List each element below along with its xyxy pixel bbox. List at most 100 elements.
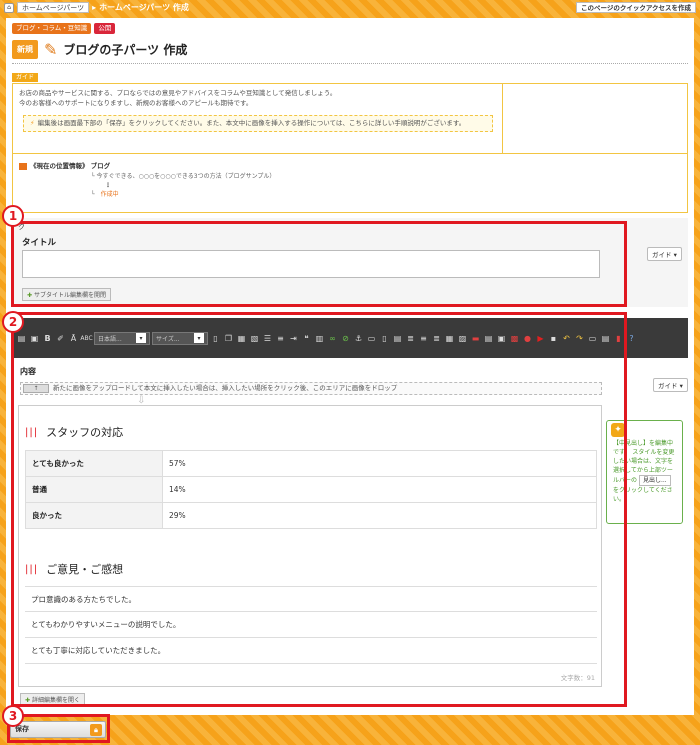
table-cell-key: 普通 <box>25 476 163 503</box>
mascot-icon: ✦ <box>611 423 625 437</box>
character-count: 文字数：91 <box>560 674 595 682</box>
new-badge: 新規 <box>12 40 38 59</box>
title-section: ク タイトル ✚ サブタイトル編集欄を開閉 <box>12 218 688 307</box>
help-icon[interactable]: ? <box>626 333 637 344</box>
list-item: とても丁寧に対応していただきました。 <box>25 638 597 664</box>
form-icon[interactable]: ▣ <box>496 333 507 344</box>
table-cell-value: 57% <box>162 450 597 477</box>
map-pin-icon[interactable]: ● <box>522 333 533 344</box>
pages-icon[interactable]: ▤ <box>392 333 403 344</box>
image-icon[interactable]: ▣ <box>29 333 40 344</box>
lock-icon: 🔒︎ <box>90 724 102 736</box>
table-cell-value: 14% <box>162 476 597 503</box>
guide-label: ガイド <box>12 73 39 82</box>
copy-icon[interactable]: ❐ <box>223 333 234 344</box>
top-bar: ⌂ ホームページパーツ ▸ ホームページパーツ 作成 このページのクイックアクセ… <box>0 0 700 15</box>
chevron-down-icon: ▾ <box>194 333 204 343</box>
guide-text-1: お店の商品やサービスに関する、プロならではの意見やアドバイスをコラムや豆知識とし… <box>19 89 337 97</box>
home-icon[interactable]: ⌂ <box>4 2 14 13</box>
subtitle-toggle-button[interactable]: ✚ サブタイトル編集欄を開閉 <box>22 288 112 301</box>
image-drop-area[interactable]: ↑ 新たに画像をアップロードして本文に挿入したい場合は、挿入したい場所をクリック… <box>20 382 602 395</box>
heading-text: スタッフの対応 <box>46 426 124 439</box>
quote-icon[interactable]: ❝ <box>301 333 312 344</box>
spellcheck-icon[interactable]: ABC <box>80 333 92 344</box>
location-label: 《現在の位置情報》 <box>30 162 89 170</box>
more-icon[interactable]: ▪ <box>548 333 559 344</box>
align-right-icon[interactable]: ≣ <box>431 333 442 344</box>
file-icon[interactable]: ▭ <box>366 333 377 344</box>
undo-icon[interactable]: ↶ <box>561 333 572 344</box>
numbered-list-icon[interactable]: ≡ <box>275 333 286 344</box>
align-center-icon[interactable]: ≡ <box>418 333 429 344</box>
anchor-icon[interactable]: ⚓ <box>353 333 364 344</box>
notice-text: 編集後は画面最下部の「保存」をクリックしてください。また、本文中に画像を挿入する… <box>37 119 466 127</box>
content-editor[interactable]: ||| スタッフの対応 とても良かった 57% 普通 14% 良かった 29% … <box>18 405 602 687</box>
bold-icon[interactable]: B <box>42 333 53 344</box>
chevron-down-icon: ▾ <box>136 333 146 343</box>
paste-icon[interactable]: ▦ <box>236 333 247 344</box>
horizontal-rule-icon[interactable]: ▬ <box>470 333 481 344</box>
picture-icon[interactable]: ▨ <box>457 333 468 344</box>
tree-line-text[interactable]: 今すぐできる、○○○を○○○できる3つの方法（ブログサンプル） <box>97 173 276 180</box>
guide-text-2: 今のお客様へのサポートになりますし、新規のお客様へのアピールも期待です。 <box>19 99 253 107</box>
plus-icon: ✚ <box>27 292 33 299</box>
template-icon[interactable]: ▥ <box>314 333 325 344</box>
guide-button-title[interactable]: ガイド ▾ <box>647 247 682 261</box>
heading-bars-icon: ||| <box>25 426 39 438</box>
image-drop-text: 新たに画像をアップロードして本文に挿入したい場合は、挿入したい場所をクリック後、… <box>53 384 398 392</box>
flag-icon <box>19 162 27 170</box>
heading-text: ご意見・ご感想 <box>46 563 124 576</box>
category-tag: ブログ・コラム・豆知識 <box>12 23 92 34</box>
heading-staff[interactable]: ||| スタッフの対応 <box>25 424 123 440</box>
page-header: 新規 ✎ ブログの子パーツ 作成 <box>12 40 187 59</box>
advanced-edit-toggle-button[interactable]: ✚ 詳細編集欄を開く <box>20 693 86 706</box>
font-select[interactable]: 日本語... ▾ <box>94 331 150 345</box>
guide-description: お店の商品やサービスに関する、プロならではの意見やアドバイスをコラムや豆知識とし… <box>13 84 503 154</box>
divider <box>12 63 688 64</box>
redo-icon[interactable]: ↷ <box>574 333 585 344</box>
font-select-value: 日本語... <box>98 335 122 343</box>
guide-button-content[interactable]: ガイド ▾ <box>653 378 688 392</box>
location-value[interactable]: ブログ <box>91 162 111 170</box>
title-input[interactable] <box>22 250 600 278</box>
result-table[interactable]: とても良かった 57% 普通 14% 良かった 29% <box>25 450 597 529</box>
table-row: 良かった 29% <box>25 502 597 529</box>
location-info: 《現在の位置情報》 ブログ <box>19 160 110 170</box>
breadcrumb-separator-icon: ▸ <box>92 3 97 12</box>
size-select[interactable]: サイズ... ▾ <box>152 331 208 345</box>
pencil-icon: ✎ <box>44 40 58 59</box>
preview-icon[interactable]: ▭ <box>587 333 598 344</box>
subtitle-toggle-label: サブタイトル編集欄を開閉 <box>34 292 107 299</box>
tip-text-3: をクリックしてください。 <box>613 487 673 503</box>
table-cell-value: 29% <box>162 502 597 529</box>
bullet-list-icon[interactable]: ☰ <box>262 333 273 344</box>
title-label: タイトル <box>22 238 57 248</box>
breadcrumb-current: ホームページパーツ 作成 <box>99 3 189 12</box>
guide-box: お店の商品やサービスに関する、プロならではの意見やアドバイスをコラムや豆知識とし… <box>12 83 688 213</box>
align-left-icon[interactable]: ≣ <box>405 333 416 344</box>
comment-list: プロ意識のある方たちでした。 とてもわかりやすいメニューの説明でした。 とても丁… <box>25 586 597 664</box>
document-icon[interactable]: ▯ <box>210 333 221 344</box>
breadcrumb-parent[interactable]: ホームページパーツ <box>17 2 90 13</box>
youtube-icon[interactable]: ▶ <box>535 333 546 344</box>
calendar-icon[interactable]: ▤ <box>483 333 494 344</box>
table-icon[interactable]: ▦ <box>444 333 455 344</box>
heading-opinion[interactable]: ||| ご意見・ご感想 <box>25 561 123 577</box>
quick-access-button[interactable]: このページのクイックアクセスを作成 <box>575 2 696 13</box>
editor-toolbar: ▤ ▣ B ✐ Ā ABC 日本語... ▾ サイズ... ▾ ▯ ❐ ▦ ▧ ☰ … <box>12 318 688 358</box>
page-icon[interactable]: ▯ <box>379 333 390 344</box>
paste-text-icon[interactable]: ▧ <box>249 333 260 344</box>
indent-icon[interactable]: ⇥ <box>288 333 299 344</box>
template-list-icon[interactable]: ▤ <box>600 333 611 344</box>
save-button[interactable]: 保存 🔒︎ <box>10 721 106 738</box>
annotation-number-3: 3 <box>2 705 24 727</box>
tree-current: └ 作成中 <box>91 191 119 198</box>
source-icon[interactable]: ▤ <box>16 333 27 344</box>
link-icon[interactable]: ∞ <box>327 333 338 344</box>
unlink-icon[interactable]: ⊘ <box>340 333 351 344</box>
table-cell-key: 良かった <box>25 502 163 529</box>
box-icon[interactable]: ▩ <box>509 333 520 344</box>
brush-icon[interactable]: ✐ <box>55 333 66 344</box>
format-icon[interactable]: Ā <box>68 333 79 344</box>
save-doc-icon[interactable]: ▮ <box>613 333 624 344</box>
